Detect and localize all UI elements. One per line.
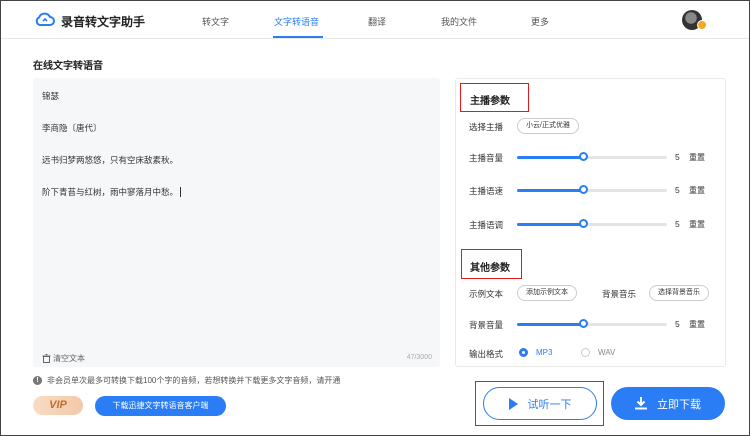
char-counter: 47/3000 (406, 354, 432, 361)
speed-reset-button[interactable]: 重置 (689, 185, 705, 196)
member-notice-text: 非会员单次最多可转换下载100个字的音频，若想转换并下载更多文字音频，请开通 (47, 376, 341, 385)
slider-knob[interactable] (579, 219, 588, 228)
app-brand[interactable]: 录音转文字助手 (61, 13, 145, 30)
member-notice: ! 非会员单次最多可转换下载100个字的音频，若想转换并下载更多文字音频，请开通 (33, 375, 340, 386)
page-title: 在线文字转语音 (33, 61, 103, 72)
vip-badge-icon (697, 20, 707, 30)
text-caret (180, 187, 182, 197)
volume-value: 5 (675, 152, 680, 162)
radio-dot (519, 348, 528, 357)
bg-volume-slider[interactable] (517, 319, 667, 329)
other-params-title: 其他参数 (470, 263, 510, 274)
info-icon: ! (33, 376, 42, 385)
add-example-text-button[interactable]: 添加示例文本 (517, 285, 577, 301)
editor-line: 李商隐〔唐代〕 (42, 123, 102, 133)
bgm-label: 背景音乐 (602, 289, 637, 299)
text-editor[interactable]: 锦瑟 李商隐〔唐代〕 远书归梦两悠悠，只有空床敌素秋。 阶下青苔与红树，雨中寥落… (33, 78, 440, 367)
volume-reset-button[interactable]: 重置 (689, 152, 705, 163)
nav-my-files[interactable]: 我的文件 (441, 15, 477, 28)
speed-label: 主播语速 (469, 186, 504, 196)
format-wav-radio[interactable]: WAV (581, 348, 615, 357)
example-text-label: 示例文本 (469, 289, 504, 299)
format-mp3-label: MP3 (536, 348, 553, 357)
clear-text-label: 清空文本 (53, 354, 85, 363)
nav-text-to-speech[interactable]: 文字转语音 (274, 15, 319, 28)
bg-volume-value: 5 (675, 319, 680, 329)
format-wav-label: WAV (598, 348, 616, 357)
bg-volume-reset-button[interactable]: 重置 (689, 319, 705, 330)
editor-line-text: 阶下青苔与红树，雨中寥落月中愁。 (42, 187, 179, 197)
bg-volume-label: 背景音量 (469, 320, 504, 330)
slider-knob[interactable] (579, 152, 588, 161)
select-bgm-button[interactable]: 选择背景音乐 (649, 285, 709, 301)
pitch-reset-button[interactable]: 重置 (689, 219, 705, 230)
download-now-button[interactable]: 立即下载 (611, 387, 725, 420)
volume-label: 主播音量 (469, 153, 504, 163)
try-listen-button[interactable]: 试听一下 (483, 387, 597, 420)
editor-line: 锦瑟 (42, 91, 60, 101)
download-client-button[interactable]: 下载迅捷文字转语音客户端 (95, 396, 226, 416)
slider-knob[interactable] (579, 319, 588, 328)
anchor-params-title: 主播参数 (470, 96, 510, 107)
download-now-label: 立即下载 (657, 398, 701, 411)
try-listen-label: 试听一下 (527, 398, 572, 411)
select-anchor-label: 选择主播 (469, 122, 504, 132)
nav-transcribe[interactable]: 转文字 (202, 15, 229, 28)
pitch-value: 5 (675, 219, 680, 229)
speed-value: 5 (675, 185, 680, 195)
vip-button[interactable]: VIP (33, 396, 83, 415)
nav-active-underline (273, 36, 323, 38)
format-mp3-radio[interactable]: MP3 (519, 348, 552, 357)
params-panel: 主播参数 选择主播 小云/正式优雅 主播音量 5 重置 主播语速 5 重置 主播… (455, 78, 726, 367)
nav-translate[interactable]: 翻译 (368, 15, 386, 28)
clear-text-button[interactable]: 清空文本 (42, 353, 85, 364)
editor-line: 阶下青苔与红树，雨中寥落月中愁。 (42, 186, 182, 198)
slider-knob[interactable] (579, 185, 588, 194)
speed-slider[interactable] (517, 185, 667, 195)
trash-icon (42, 354, 51, 363)
play-icon (508, 397, 518, 410)
cloud-logo-icon (35, 12, 55, 26)
editor-line: 远书归梦两悠悠，只有空床敌素秋。 (42, 155, 179, 165)
top-header: 录音转文字助手 转文字 文字转语音 翻译 我的文件 更多 (1, 1, 749, 39)
radio-dot (581, 348, 590, 357)
pitch-label: 主播语调 (469, 220, 504, 230)
download-icon (635, 397, 647, 410)
pitch-slider[interactable] (517, 219, 667, 229)
volume-slider[interactable] (517, 152, 667, 162)
output-format-label: 输出格式 (469, 349, 504, 359)
anchor-select-button[interactable]: 小云/正式优雅 (517, 118, 579, 134)
nav-more[interactable]: 更多 (531, 15, 549, 28)
